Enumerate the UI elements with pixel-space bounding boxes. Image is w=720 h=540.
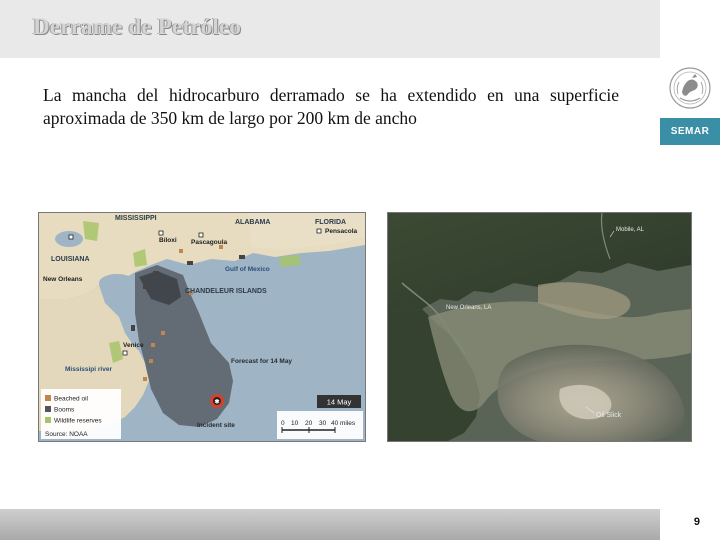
city-label-biloxi: Biloxi bbox=[159, 237, 177, 244]
state-label-mississippi: MISSISSIPPI bbox=[115, 215, 157, 222]
city-label-pensacola: Pensacola bbox=[325, 228, 358, 235]
mississippi-river-label: Mississipi river bbox=[65, 366, 112, 373]
semar-logo: SEMAR bbox=[660, 58, 720, 148]
svg-text:✱: ✱ bbox=[214, 399, 219, 406]
slide-title: Derrame de Petróleo bbox=[33, 14, 242, 39]
label-oil-slick: Oil Slick bbox=[596, 412, 622, 419]
label-mobile: Mobile, AL bbox=[616, 227, 645, 233]
state-label-alabama: ALABAMA bbox=[235, 219, 270, 226]
city-label-pascagoula: Pascagoula bbox=[191, 239, 228, 246]
legend-swatch-booms bbox=[45, 406, 51, 412]
satellite-image-graphic: Mobile, AL New Orleans, LA Oil Slick bbox=[388, 213, 691, 441]
incident-site-label: Incident site bbox=[197, 422, 235, 429]
city-label-new-orleans: New Orleans bbox=[43, 276, 83, 283]
state-label-louisiana: LOUISIANA bbox=[51, 256, 90, 263]
semar-label: SEMAR bbox=[660, 118, 720, 145]
date-badge: 14 May bbox=[327, 398, 352, 407]
state-label-florida: FLORIDA bbox=[315, 219, 346, 226]
forecast-map-graphic: ✱ MISSISSIPPI ALABAMA FLORIDA LOUISIANA … bbox=[39, 213, 365, 439]
map-source: Source: NOAA bbox=[45, 431, 88, 438]
forecast-label: Forecast for 14 May bbox=[231, 358, 292, 365]
chandeleur-islands-label: CHANDELEUR ISLANDS bbox=[185, 288, 267, 295]
legend-swatch-beached-oil bbox=[45, 395, 51, 401]
scale-unit: miles bbox=[340, 420, 356, 427]
body-text: La mancha del hidrocarburo derramado se … bbox=[43, 85, 619, 128]
legend-swatch-wildlife bbox=[45, 417, 51, 423]
footer-bar bbox=[0, 509, 660, 540]
satellite-image: Mobile, AL New Orleans, LA Oil Slick bbox=[387, 212, 692, 442]
eagle-seal-icon bbox=[669, 67, 711, 109]
islands-label-text: CHANDELEUR ISLANDS bbox=[185, 288, 267, 295]
legend-label-wildlife: Wildlife reserves bbox=[54, 418, 102, 425]
page-number: 9 bbox=[693, 516, 700, 528]
city-label-venice: Venice bbox=[123, 342, 144, 349]
forecast-map: ✱ MISSISSIPPI ALABAMA FLORIDA LOUISIANA … bbox=[38, 212, 366, 442]
gulf-of-mexico-label: Gulf of Mexico bbox=[225, 266, 270, 273]
scale-tick-20: 20 bbox=[305, 420, 313, 427]
label-new-orleans: New Orleans, LA bbox=[446, 305, 491, 311]
scale-tick-0: 0 bbox=[281, 420, 285, 427]
scale-tick-40: 40 bbox=[331, 420, 339, 427]
scale-tick-30: 30 bbox=[319, 420, 327, 427]
title-bar: Derrame de Petróleo bbox=[0, 0, 660, 58]
scale-tick-10: 10 bbox=[291, 420, 299, 427]
page-number-box: 9 bbox=[660, 509, 720, 540]
legend-label-booms: Booms bbox=[54, 407, 75, 414]
legend-label-beached-oil: Beached oil bbox=[54, 396, 89, 403]
